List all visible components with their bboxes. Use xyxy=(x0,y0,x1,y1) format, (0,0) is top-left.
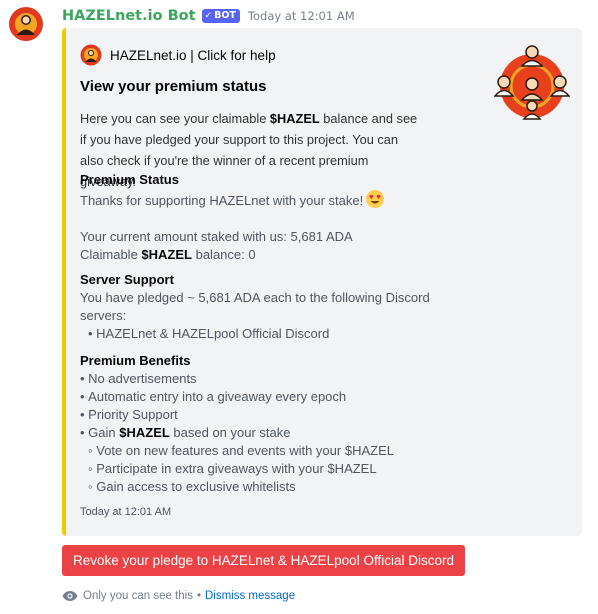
field-server-support: Server Support You have pledged ~ 5,681 … xyxy=(80,271,450,343)
embed-author-name[interactable]: HAZELnet.io | Click for help xyxy=(110,48,276,63)
pledge-text: You have pledged ~ 5,681 ADA each to the… xyxy=(80,290,430,323)
field-premium-status: Premium Status Thanks for supporting HAZ… xyxy=(80,171,460,264)
message-header: HAZELnet.io Bot ✓ BOT Today at 12:01 AM xyxy=(62,6,355,26)
ephemeral-text: Only you can see this xyxy=(83,590,193,602)
claimable-suffix: balance: 0 xyxy=(191,247,256,262)
benefit-item: • No advertisements xyxy=(80,371,197,386)
benefit-text: No advertisements xyxy=(88,371,197,386)
revoke-pledge-button[interactable]: Revoke your pledge to HAZELnet & HAZELpo… xyxy=(62,545,465,576)
dismiss-message-link[interactable]: Dismiss message xyxy=(205,590,295,602)
checkmark-icon: ✓ xyxy=(204,11,213,21)
server-list-item: • HAZELnet & HAZELpool Official Discord xyxy=(88,326,330,341)
field-value-server-support: You have pledged ~ 5,681 ADA each to the… xyxy=(80,289,450,343)
benefit-sub-text: Vote on new features and events with you… xyxy=(96,443,394,458)
bot-avatar[interactable] xyxy=(8,6,44,42)
staked-amount: Your current amount staked with us: 5,68… xyxy=(80,229,353,244)
message-timestamp[interactable]: Today at 12:01 AM xyxy=(248,9,355,23)
benefit-sub-text: Participate in extra giveaways with your… xyxy=(96,461,377,476)
benefit-sub-item: ◦ Vote on new features and events with y… xyxy=(88,443,394,458)
benefit-item: • Automatic entry into a giveaway every … xyxy=(80,389,347,404)
field-name-premium-benefits: Premium Benefits xyxy=(80,353,191,368)
ephemeral-notice: Only you can see this • Dismiss message xyxy=(62,590,295,602)
benefit-text: Priority Support xyxy=(88,407,178,422)
benefit-item: • Gain $HAZEL based on your stake xyxy=(80,425,291,440)
benefit-item: • Priority Support xyxy=(80,407,178,422)
benefit-sub-item: ◦ Gain access to exclusive whitelists xyxy=(88,479,296,494)
embed-author[interactable]: HAZELnet.io | Click for help xyxy=(80,44,276,66)
claimable-prefix: Claimable xyxy=(80,247,142,262)
embed: HAZELnet.io | Click for help View your p… xyxy=(62,28,582,536)
benefit-text: Automatic entry into a giveaway every ep… xyxy=(88,389,347,404)
field-value-premium-benefits: • No advertisements • Automatic entry in… xyxy=(80,370,460,496)
embed-footer-timestamp: Today at 12:01 AM xyxy=(80,506,172,518)
benefit-sub-item: ◦ Participate in extra giveaways with yo… xyxy=(88,461,377,476)
embed-title: View your premium status xyxy=(80,78,267,95)
gain-token: $HAZEL xyxy=(119,425,170,440)
bot-badge-label: BOT xyxy=(214,10,236,21)
claimable-token: $HAZEL xyxy=(141,247,192,262)
field-value-premium-status: Thanks for supporting HAZELnet with your… xyxy=(80,189,460,264)
field-name-server-support: Server Support xyxy=(80,272,174,287)
username[interactable]: HAZELnet.io Bot xyxy=(62,8,196,24)
gain-suffix: based on your stake xyxy=(169,425,291,440)
field-name-premium-status: Premium Status xyxy=(80,172,179,187)
thumbnail-image[interactable] xyxy=(494,42,570,122)
eye-icon xyxy=(62,591,78,601)
server-name: HAZELnet & HAZELpool Official Discord xyxy=(96,326,330,341)
benefit-sub-text: Gain access to exclusive whitelists xyxy=(96,479,296,494)
description-text-1: Here you can see your claimable xyxy=(80,111,270,126)
gain-prefix: Gain xyxy=(88,425,120,440)
separator-dot: • xyxy=(196,590,201,602)
bot-badge: ✓ BOT xyxy=(201,9,240,23)
author-avatar-icon xyxy=(80,44,102,66)
heart-eyes-emoji-icon xyxy=(366,190,385,208)
field-premium-benefits: Premium Benefits • No advertisements • A… xyxy=(80,352,460,496)
thanks-text: Thanks for supporting HAZELnet with your… xyxy=(80,193,364,208)
description-token: $HAZEL xyxy=(269,111,320,126)
